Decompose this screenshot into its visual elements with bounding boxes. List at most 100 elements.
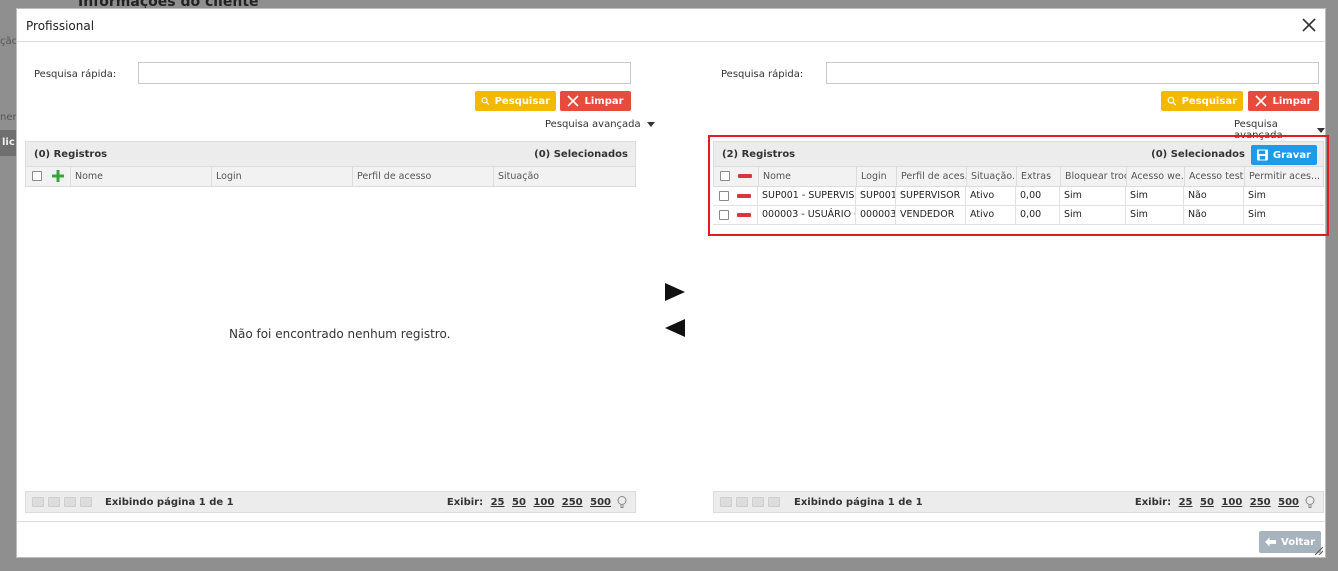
left-pager: Exibindo página 1 de 1 Exibir: 25 50 100…	[25, 491, 636, 513]
prev-page-button[interactable]	[736, 497, 748, 507]
left-advanced-search-label: Pesquisa avançada	[545, 119, 641, 130]
cell-extras: 0,00	[1015, 206, 1059, 224]
row-checkbox[interactable]	[719, 210, 729, 220]
left-page-size: Exibir: 25 50 100 250 500	[447, 497, 611, 508]
right-col-acesso-web[interactable]: Acesso we...	[1126, 167, 1184, 186]
remove-all-icon[interactable]	[738, 174, 752, 178]
next-page-button[interactable]	[64, 497, 76, 507]
lightbulb-icon[interactable]	[615, 495, 629, 509]
left-empty-message: Não foi encontrado nenhum registro.	[229, 327, 451, 341]
right-show-label: Exibir:	[1134, 497, 1172, 508]
resize-grip-icon[interactable]	[1315, 547, 1323, 555]
right-records-panel: (2) Registros (0) Selecionados Gravar No…	[713, 141, 1324, 521]
right-col-extras[interactable]: Extras	[1016, 167, 1060, 186]
left-search-label: Pesquisa rápida:	[34, 69, 117, 80]
page-size-500[interactable]: 500	[590, 497, 611, 508]
page-size-100[interactable]: 100	[1221, 497, 1242, 508]
page-size-100[interactable]: 100	[533, 497, 554, 508]
right-column-header: Nome Login Perfil de aces... Situação...…	[713, 167, 1324, 187]
cell-bloquear: Sim	[1059, 206, 1125, 224]
modal-title: Profissional	[26, 19, 95, 33]
page-size-50[interactable]: 50	[512, 497, 526, 508]
left-col-login[interactable]: Login	[211, 167, 352, 186]
right-search-input[interactable]	[826, 62, 1319, 84]
cell-perfil: SUPERVISOR	[895, 187, 965, 205]
save-button[interactable]: Gravar	[1251, 145, 1317, 165]
left-col-perfil[interactable]: Perfil de acesso	[352, 167, 493, 186]
clear-icon	[1255, 95, 1268, 107]
right-col-login[interactable]: Login	[856, 167, 896, 186]
page-size-25[interactable]: 25	[1179, 497, 1193, 508]
page-size-25[interactable]: 25	[491, 497, 505, 508]
background-fragment: lic	[2, 137, 15, 148]
left-search-button-label: Pesquisar	[494, 95, 550, 107]
right-page-size: Exibir: 25 50 100 250 500	[1135, 497, 1299, 508]
left-pager-info: Exibindo página 1 de 1	[105, 497, 234, 508]
page-size-250[interactable]: 250	[1250, 497, 1271, 508]
right-col-permitir[interactable]: Permitir aces...	[1244, 167, 1323, 186]
first-page-button[interactable]	[720, 497, 732, 507]
right-pager: Exibindo página 1 de 1 Exibir: 25 50 100…	[713, 491, 1324, 513]
left-col-nome[interactable]: Nome	[70, 167, 211, 186]
first-page-button[interactable]	[32, 497, 44, 507]
cell-perfil: VENDEDOR	[895, 206, 965, 224]
page-size-500[interactable]: 500	[1278, 497, 1299, 508]
search-icon	[1167, 96, 1177, 106]
cell-nome: 000003 - USUÁRIO 0...	[757, 206, 855, 224]
left-selected-count: (0) Selecionados	[534, 149, 628, 160]
right-search-button[interactable]: Pesquisar	[1161, 91, 1243, 111]
right-col-nome[interactable]: Nome	[758, 167, 856, 186]
cell-situacao: Ativo	[965, 187, 1015, 205]
left-records-count: (0) Registros	[34, 149, 108, 160]
right-col-perfil[interactable]: Perfil de aces...	[896, 167, 966, 186]
left-search-button[interactable]: Pesquisar	[475, 91, 556, 111]
cell-bloquear: Sim	[1059, 187, 1125, 205]
right-select-all-checkbox[interactable]	[720, 171, 730, 181]
left-panel-header: (0) Registros (0) Selecionados	[25, 141, 636, 167]
row-checkbox[interactable]	[719, 191, 729, 201]
right-clear-button-label: Limpar	[1272, 95, 1312, 107]
left-select-all-checkbox[interactable]	[32, 171, 42, 181]
cell-situacao: Ativo	[965, 206, 1015, 224]
table-row[interactable]: 000003 - USUÁRIO 0... 000003 VENDEDOR At…	[713, 206, 1324, 225]
remove-row-icon[interactable]	[737, 194, 751, 198]
next-page-button[interactable]	[752, 497, 764, 507]
modal-footer	[17, 521, 1325, 522]
cell-login: 000003	[855, 206, 895, 224]
close-icon	[1302, 18, 1316, 32]
add-icon[interactable]	[52, 170, 64, 182]
right-col-bloquear[interactable]: Bloquear troc...	[1060, 167, 1126, 186]
profissional-modal: Profissional Pesquisa rápida: Pesquisar …	[16, 8, 1329, 558]
last-page-button[interactable]	[768, 497, 780, 507]
table-row[interactable]: SUP001 - SUPERVISO... SUP001 SUPERVISOR …	[713, 187, 1324, 206]
back-button[interactable]: Voltar	[1259, 531, 1321, 553]
left-clear-button[interactable]: Limpar	[560, 91, 631, 111]
page-size-250[interactable]: 250	[562, 497, 583, 508]
last-page-button[interactable]	[80, 497, 92, 507]
arrow-left-icon	[1265, 537, 1277, 547]
right-clear-button[interactable]: Limpar	[1248, 91, 1319, 111]
right-advanced-search-label: Pesquisa avançada	[1234, 119, 1283, 141]
right-col-acesso-teste[interactable]: Acesso test...	[1184, 167, 1244, 186]
modal-header: Profissional	[17, 9, 1325, 42]
cell-acesso-teste: Não	[1183, 206, 1243, 224]
lightbulb-icon[interactable]	[1303, 495, 1317, 509]
left-advanced-search[interactable]: Pesquisa avançada	[545, 119, 655, 130]
cell-login: SUP001	[855, 187, 895, 205]
left-search-input[interactable]	[138, 62, 631, 84]
arrow-left-icon[interactable]	[665, 319, 685, 337]
left-col-situacao[interactable]: Situação	[493, 167, 635, 186]
right-col-situacao[interactable]: Situação...	[966, 167, 1016, 186]
right-selected-count: (0) Selecionados	[1151, 149, 1245, 160]
remove-row-icon[interactable]	[737, 213, 751, 217]
page-size-50[interactable]: 50	[1200, 497, 1214, 508]
cell-acesso-teste: Não	[1183, 187, 1243, 205]
cell-permitir: Sim	[1243, 187, 1322, 205]
close-button[interactable]	[1299, 15, 1319, 35]
prev-page-button[interactable]	[48, 497, 60, 507]
left-records-panel: (0) Registros (0) Selecionados Nome Logi…	[25, 141, 636, 521]
chevron-down-icon	[1317, 127, 1325, 133]
arrow-right-icon[interactable]	[665, 283, 685, 301]
cell-acesso-web: Sim	[1125, 206, 1183, 224]
right-advanced-search[interactable]: Pesquisa avançada	[1234, 119, 1325, 141]
